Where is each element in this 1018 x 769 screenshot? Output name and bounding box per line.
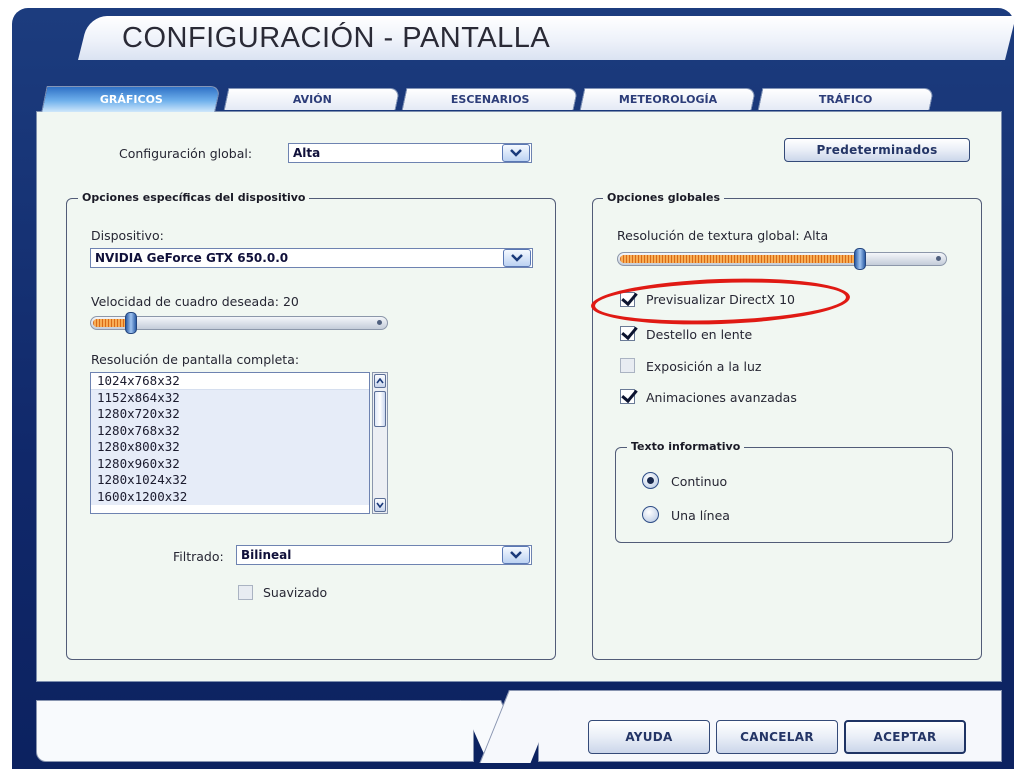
continuous-radio[interactable]: [642, 472, 659, 489]
info-text-group: [615, 447, 953, 543]
chevron-down-icon: [376, 502, 384, 508]
scroll-thumb[interactable]: [374, 391, 386, 427]
tab-graficos[interactable]: GRÁFICOS: [41, 86, 221, 112]
list-item[interactable]: 1280x720x32: [91, 406, 369, 423]
bottom-left-panel: [36, 700, 474, 762]
list-item[interactable]: 1024x768x32: [91, 373, 369, 390]
resolution-label: Resolución de pantalla completa:: [91, 352, 300, 367]
filter-select[interactable]: Bilineal: [236, 545, 532, 565]
device-label: Dispositivo:: [91, 228, 164, 243]
list-item[interactable]: 1152x864x32: [91, 389, 369, 406]
tab-trafico[interactable]: TRÁFICO: [757, 88, 935, 110]
antialias-label: Suavizado: [263, 585, 328, 600]
single-line-radio[interactable]: [642, 506, 659, 523]
list-item[interactable]: 1600x1200x32: [91, 488, 369, 505]
texture-label: Resolución de textura global: Alta: [617, 228, 829, 243]
accept-button[interactable]: ACEPTAR: [844, 720, 966, 754]
defaults-button[interactable]: Predeterminados: [784, 138, 970, 162]
antialias-checkbox[interactable]: [238, 585, 253, 600]
advanced-animations-label: Animaciones avanzadas: [646, 390, 797, 405]
info-text-title: Texto informativo: [627, 440, 745, 453]
chevron-down-icon[interactable]: [502, 144, 530, 162]
scroll-up-button[interactable]: [374, 374, 386, 388]
global-options-group: [592, 198, 982, 660]
frame-rate-slider[interactable]: [90, 312, 388, 334]
global-config-label: Configuración global:: [119, 146, 253, 161]
device-select[interactable]: NVIDIA GeForce GTX 650.0.0: [90, 248, 533, 268]
filter-value: Bilineal: [241, 548, 292, 562]
tab-avion[interactable]: AVIÓN: [223, 88, 401, 110]
slider-thumb[interactable]: [854, 248, 866, 270]
list-item[interactable]: 1280x768x32: [91, 422, 369, 439]
slider-thumb[interactable]: [125, 312, 137, 334]
frame-rate-label: Velocidad de cuadro deseada: 20: [91, 294, 299, 309]
global-config-select[interactable]: Alta: [288, 143, 532, 163]
filter-label: Filtrado:: [173, 549, 224, 564]
resolution-list[interactable]: 1024x768x32 1152x864x32 1280x720x32 1280…: [90, 372, 370, 514]
lens-flare-checkbox[interactable]: [620, 326, 635, 341]
scroll-down-button[interactable]: [374, 498, 386, 512]
chevron-down-icon[interactable]: [503, 249, 531, 267]
resolution-scrollbar[interactable]: [372, 372, 388, 514]
single-line-label: Una línea: [671, 508, 730, 523]
help-button[interactable]: AYUDA: [588, 720, 710, 754]
texture-slider[interactable]: [617, 248, 947, 270]
window-title: CONFIGURACIÓN - PANTALLA: [122, 22, 551, 54]
continuous-label: Continuo: [671, 474, 728, 489]
light-bloom-label: Exposición a la luz: [646, 359, 762, 374]
global-config-value: Alta: [293, 146, 321, 160]
cancel-button[interactable]: CANCELAR: [716, 720, 838, 754]
device-options-title: Opciones específicas del dispositivo: [78, 191, 310, 204]
chevron-down-icon[interactable]: [502, 546, 530, 564]
slider-fill: [620, 255, 860, 263]
global-options-title: Opciones globales: [603, 191, 725, 204]
slider-end-dot: [936, 256, 941, 261]
advanced-animations-checkbox[interactable]: [620, 389, 635, 404]
list-item[interactable]: 1280x960x32: [91, 455, 369, 472]
chevron-up-icon: [376, 378, 384, 384]
list-item[interactable]: 1280x800x32: [91, 439, 369, 456]
device-value: NVIDIA GeForce GTX 650.0.0: [95, 251, 289, 265]
tab-meteorologia[interactable]: METEOROLOGÍA: [579, 88, 757, 110]
light-bloom-checkbox[interactable]: [620, 358, 635, 373]
list-item[interactable]: 1280x1024x32: [91, 472, 369, 489]
tab-escenarios[interactable]: ESCENARIOS: [401, 88, 579, 110]
lens-flare-label: Destello en lente: [646, 327, 753, 342]
slider-end-dot: [377, 320, 382, 325]
